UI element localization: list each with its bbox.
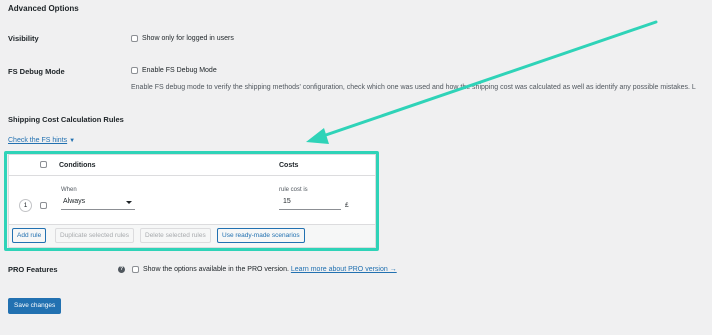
pro-features-checkbox-label: Show the options available in the PRO ve… bbox=[143, 266, 397, 273]
visibility-checkbox[interactable] bbox=[131, 35, 138, 42]
visibility-checkbox-label: Show only for logged in users bbox=[142, 35, 234, 42]
highlight-box bbox=[4, 151, 379, 251]
hints-link[interactable]: Check the FS hints ▼ bbox=[8, 137, 75, 144]
pro-features-text: Show the options available in the PRO ve… bbox=[143, 266, 289, 273]
chevron-down-icon: ▼ bbox=[69, 138, 76, 144]
help-icon[interactable]: ? bbox=[118, 266, 125, 273]
section-title: Advanced Options bbox=[8, 4, 79, 13]
rules-label: Shipping Cost Calculation Rules bbox=[8, 115, 124, 124]
pro-learn-more-link[interactable]: Learn more about PRO version → bbox=[291, 266, 397, 273]
save-button[interactable]: Save changes bbox=[8, 298, 62, 314]
pro-features-label: PRO Features bbox=[8, 265, 58, 274]
debug-mode-checkbox-label: Enable FS Debug Mode bbox=[142, 67, 217, 74]
hints-link-text[interactable]: Check the FS hints bbox=[8, 137, 67, 144]
visibility-label: Visibility bbox=[8, 34, 39, 43]
debug-mode-label: FS Debug Mode bbox=[8, 67, 65, 76]
pro-features-checkbox[interactable] bbox=[132, 266, 139, 273]
debug-mode-checkbox[interactable] bbox=[131, 67, 138, 74]
debug-mode-description: Enable FS debug mode to verify the shipp… bbox=[131, 84, 696, 91]
